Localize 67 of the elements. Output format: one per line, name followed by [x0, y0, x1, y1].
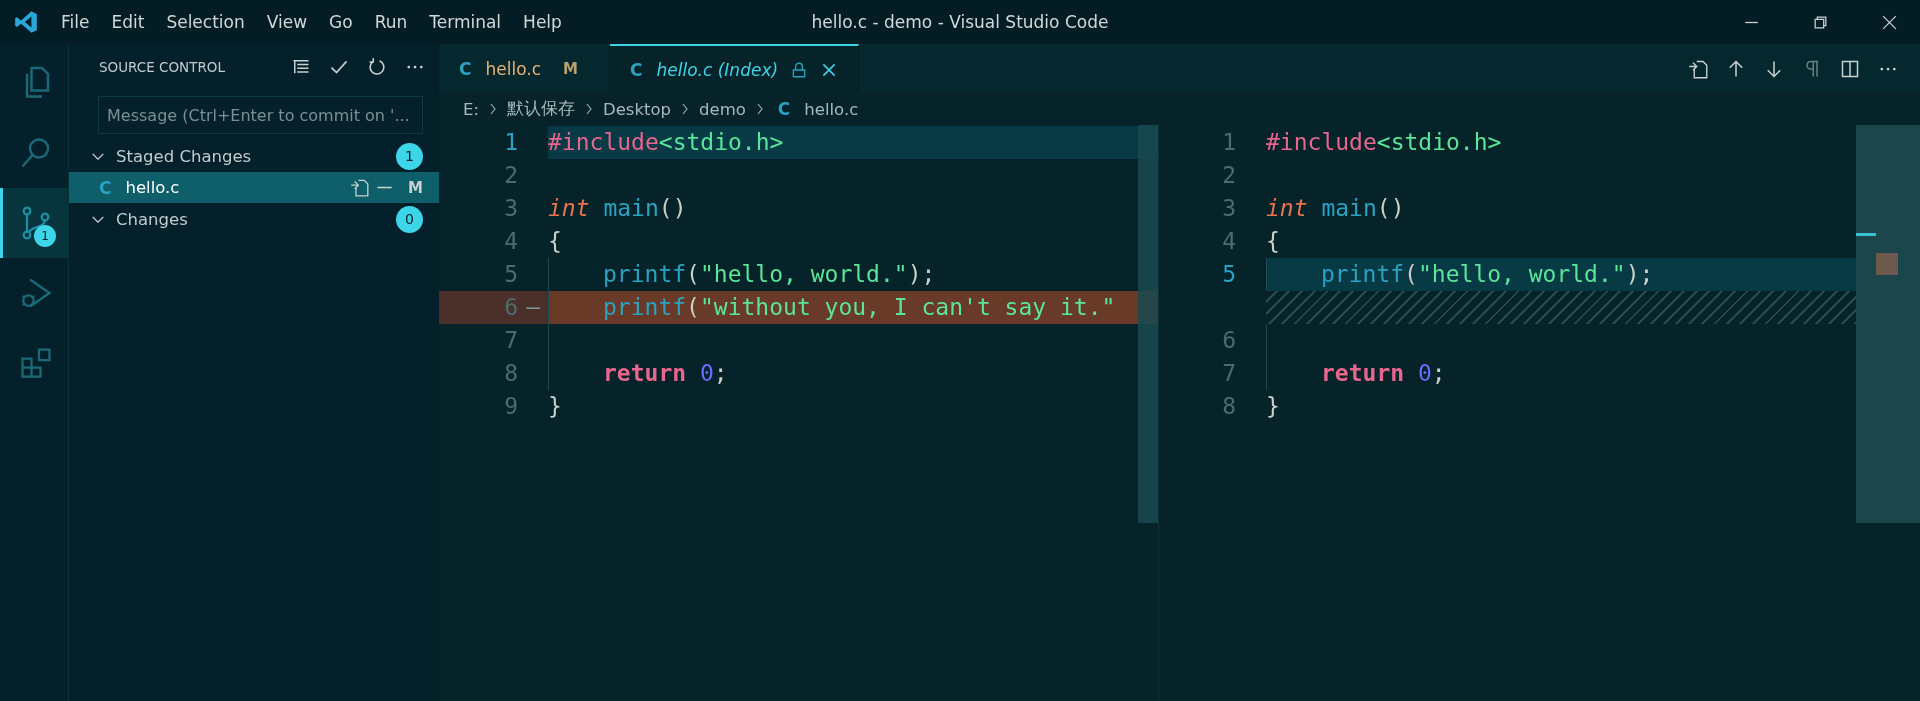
refresh-icon[interactable] — [367, 57, 387, 77]
chevron-right-icon — [681, 103, 690, 115]
menu-item[interactable]: Run — [374, 12, 408, 32]
code-text: int main() — [1266, 194, 1405, 223]
code-text: #include<stdio.h> — [548, 128, 784, 157]
code-text: printf("hello, world."); — [603, 260, 936, 289]
line-number: 1 — [1222, 128, 1236, 157]
chevron-icon — [92, 215, 104, 223]
line-number: 8 — [504, 359, 518, 388]
editor-tab[interactable]: C hello.c (Index) — [610, 44, 860, 93]
chevron-right-icon — [755, 103, 764, 115]
line-number: 6 — [1222, 326, 1236, 355]
code-text: } — [548, 392, 562, 421]
open-file-icon[interactable] — [1688, 58, 1708, 79]
line-number: 3 — [504, 194, 518, 223]
menu-item[interactable]: Selection — [166, 12, 245, 32]
menu-item[interactable]: Help — [523, 12, 562, 32]
changed-file-row[interactable]: C hello.c M — [69, 172, 439, 203]
chevron-icon — [92, 152, 104, 160]
commit-message-field[interactable]: Message (Ctrl+Enter to commit on '... — [98, 96, 423, 134]
code-text: return 0; — [603, 359, 728, 388]
menu-item[interactable]: Edit — [111, 12, 145, 32]
line-number: 2 — [504, 161, 518, 190]
open-file-icon[interactable] — [350, 178, 370, 197]
panel-title: SOURCE CONTROL — [99, 59, 225, 75]
code-text: printf("hello, world."); — [1321, 260, 1654, 289]
split-editor-icon[interactable] — [1840, 58, 1860, 79]
menu-item[interactable]: File — [61, 12, 90, 32]
breadcrumb-item[interactable]: Desktop — [603, 99, 672, 119]
c-file-icon: C — [777, 99, 791, 119]
line-number: 7 — [1222, 359, 1236, 388]
breadcrumb-item[interactable]: hello.c — [804, 99, 859, 119]
code-text: #include<stdio.h> — [1266, 128, 1502, 157]
line-number: 6 — [504, 293, 518, 322]
menu-item[interactable]: Terminal — [429, 12, 502, 32]
line-number: 7 — [504, 326, 518, 355]
activity-bar-item[interactable]: 1 — [0, 188, 68, 258]
code-text: int main() — [548, 194, 687, 223]
code-text: return 0; — [1321, 359, 1446, 388]
count-badge: 1 — [34, 225, 56, 247]
line-number: 9 — [504, 392, 518, 421]
group-header[interactable]: Staged Changes 1 — [69, 140, 439, 172]
chevron-right-icon — [489, 103, 497, 115]
line-number: 5 — [1222, 260, 1236, 289]
menu-item[interactable]: Go — [329, 12, 353, 32]
window-title: hello.c - demo - Visual Studio Code — [811, 12, 1109, 32]
line-number: 1 — [504, 128, 518, 157]
code-text: } — [1266, 392, 1280, 421]
breadcrumb-item[interactable]: 默认保存 — [507, 98, 575, 120]
diff-marker: — — [526, 293, 540, 322]
line-number: 4 — [504, 227, 518, 256]
breadcrumb-item[interactable]: E: — [463, 99, 479, 119]
menu-item[interactable]: View — [266, 12, 308, 32]
app-logo-icon — [13, 9, 39, 35]
breadcrumb-item[interactable]: demo — [699, 99, 746, 119]
line-number: 4 — [1222, 227, 1236, 256]
code-text: printf("without you, I can't say it." — [603, 293, 1116, 322]
line-number: 8 — [1222, 392, 1236, 421]
close-icon[interactable] — [1881, 13, 1898, 31]
scrollbar[interactable] — [1138, 125, 1158, 523]
line-number: 2 — [1222, 161, 1236, 190]
chevron-right-icon — [585, 103, 593, 115]
code-text: { — [548, 227, 562, 256]
group-header[interactable]: Changes 0 — [69, 203, 439, 235]
code-text: { — [1266, 227, 1280, 256]
line-number: 5 — [504, 260, 518, 289]
line-number: 3 — [1222, 194, 1236, 223]
